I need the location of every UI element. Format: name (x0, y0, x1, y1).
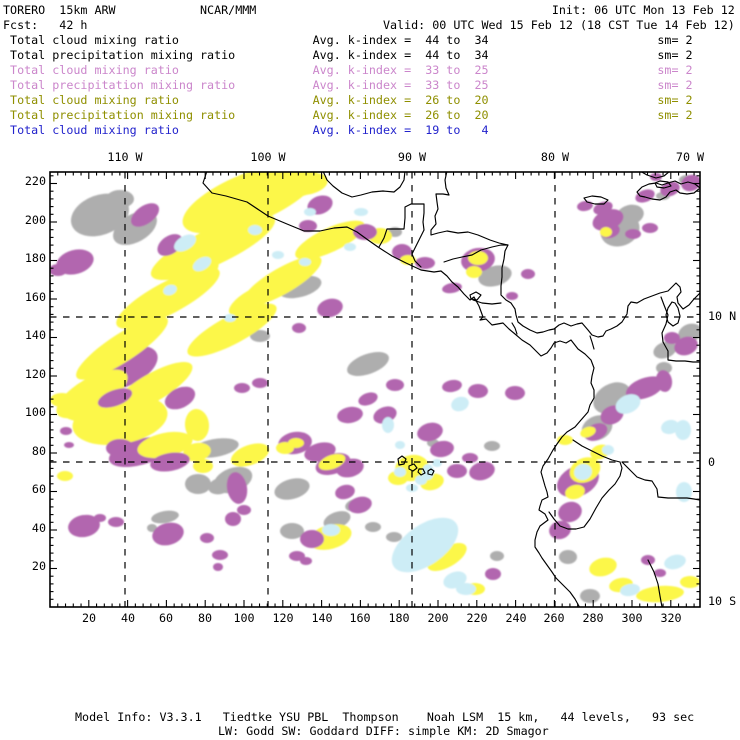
axis-label-gridx: 280 (582, 611, 604, 625)
axis-label-gridy: 40 (31, 521, 46, 535)
axis-label-gridx: 180 (388, 611, 410, 625)
axis-label-gridx: 300 (621, 611, 643, 625)
axis-label-lon: 70 W (675, 150, 705, 164)
axis-label-gridx: 40 (120, 611, 136, 625)
axis-label-gridx: 100 (233, 611, 255, 625)
axis-label-gridx: 240 (505, 611, 527, 625)
axis-label-gridy: 120 (24, 367, 46, 381)
axis-label-lon: 100 W (250, 150, 286, 164)
axis-label-gridx: 20 (81, 611, 97, 625)
axis-label-gridx: 160 (349, 611, 371, 625)
axis-label-gridy: 160 (24, 290, 46, 304)
axis-label-gridx: 140 (311, 611, 333, 625)
axis-label-gridy: 80 (31, 444, 46, 458)
axis-label-gridx: 80 (197, 611, 213, 625)
axis-label-lon: 80 W (540, 150, 570, 164)
axis-label-lon: 110 W (107, 150, 143, 164)
axis-label-gridy: 200 (24, 213, 46, 227)
mixing-ratio-fields (50, 172, 700, 603)
axis-label-gridy: 140 (24, 328, 46, 342)
map-plot (49, 171, 701, 608)
axis-label-lat: 10 S (708, 594, 737, 608)
weather-model-screenshot: TORERO 15km ARW NCAR/MMM Init: 06 UTC Mo… (0, 0, 740, 740)
model-info-line-2: LW: Godd SW: Goddard DIFF: simple KM: 2D… (218, 724, 549, 738)
axis-label-gridx: 60 (158, 611, 174, 625)
axis-label-gridy: 20 (31, 559, 46, 573)
axis-label-gridx: 220 (466, 611, 488, 625)
axis-label-lat: 0 (708, 455, 716, 469)
axis-label-gridx: 260 (543, 611, 565, 625)
axis-label-gridy: 220 (24, 174, 46, 188)
axis-label-gridx: 320 (660, 611, 682, 625)
axis-label-gridy: 180 (24, 251, 46, 265)
axis-label-lon: 90 W (397, 150, 427, 164)
axis-label-gridx: 200 (427, 611, 449, 625)
axis-label-gridy: 100 (24, 405, 46, 419)
axis-label-gridx: 120 (272, 611, 294, 625)
axis-label-lat: 10 N (708, 309, 737, 323)
model-info-line-1: Model Info: V3.3.1 Tiedtke YSU PBL Thomp… (75, 710, 695, 724)
axis-label-gridy: 60 (31, 482, 46, 496)
